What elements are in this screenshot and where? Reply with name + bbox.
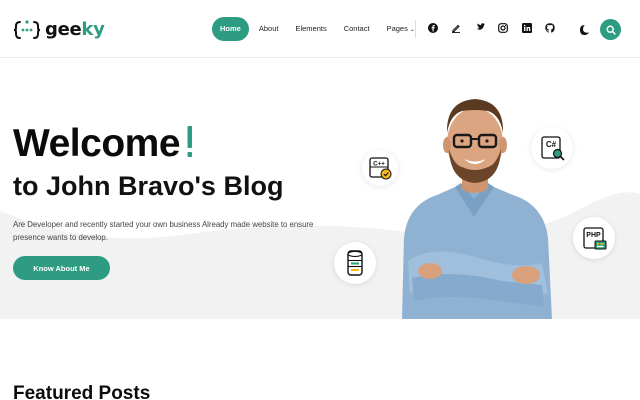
nav-elements[interactable]: Elements — [295, 17, 326, 41]
linkedin-icon[interactable] — [521, 22, 532, 33]
site-header: geeky Home About Elements Contact Pages ⌄ — [0, 0, 640, 58]
search-button[interactable] — [600, 19, 621, 40]
author-portrait — [392, 93, 557, 319]
nav-divider — [415, 20, 416, 38]
know-about-me-button[interactable]: Know About Me — [13, 256, 110, 280]
twitter-icon[interactable] — [474, 22, 485, 33]
nav-about[interactable]: About — [259, 17, 279, 41]
featured-posts-heading: Featured Posts — [13, 383, 151, 400]
php-label: PHP — [586, 232, 601, 239]
github-icon[interactable] — [545, 22, 556, 33]
facebook-icon[interactable] — [427, 22, 438, 33]
pen-icon[interactable] — [451, 22, 462, 33]
exclamation-accent-icon — [186, 124, 194, 160]
database-badge — [334, 242, 376, 284]
nav-contact[interactable]: Contact — [344, 17, 370, 41]
hero-subtitle: to John Bravo's Blog — [13, 171, 284, 201]
logo-text: geeky — [45, 19, 105, 40]
main-nav: Home About Elements Contact Pages ⌄ — [212, 17, 432, 41]
database-icon — [347, 250, 363, 276]
php-badge: PHP — [573, 217, 615, 259]
moon-icon[interactable] — [578, 23, 590, 35]
hero-title: Welcome — [13, 122, 181, 165]
search-icon — [605, 24, 616, 35]
hero-description: Are Developer and recently started your … — [13, 220, 314, 242]
cpp-label: C++ — [373, 161, 385, 168]
cpp-file-icon: C++ — [369, 157, 392, 180]
logo-brackets-icon — [13, 19, 41, 41]
nav-pages-label: Pages — [386, 23, 408, 33]
social-links — [427, 22, 568, 33]
nav-home[interactable]: Home — [212, 17, 249, 41]
php-file-icon: PHP — [583, 227, 607, 250]
site-logo[interactable]: geeky — [13, 18, 105, 42]
nav-pages[interactable]: Pages ⌄ — [387, 17, 415, 42]
instagram-icon[interactable] — [498, 22, 509, 33]
